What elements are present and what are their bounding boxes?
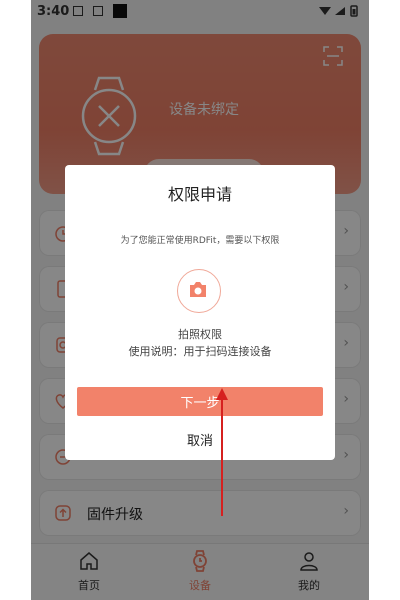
- permission-usage: 使用说明：用于扫码连接设备: [128, 345, 272, 358]
- permission-name: 拍照权限: [178, 328, 222, 341]
- phone-screen: 3:40 设备未绑定 › › › › › 固件升级 › 首页 设备 我的 权限申…: [31, 0, 369, 600]
- red-arrow-annotation: [216, 388, 228, 516]
- cancel-button[interactable]: 取消: [77, 427, 323, 451]
- dialog-description: 为了您能正常使用RDFit，需要以下权限: [120, 236, 280, 246]
- camera-icon: [177, 269, 221, 313]
- permission-dialog: 权限申请 为了您能正常使用RDFit，需要以下权限 拍照权限 使用说明：用于扫码…: [65, 165, 335, 460]
- next-step-button[interactable]: 下一步: [77, 387, 323, 416]
- dialog-title: 权限申请: [167, 185, 232, 204]
